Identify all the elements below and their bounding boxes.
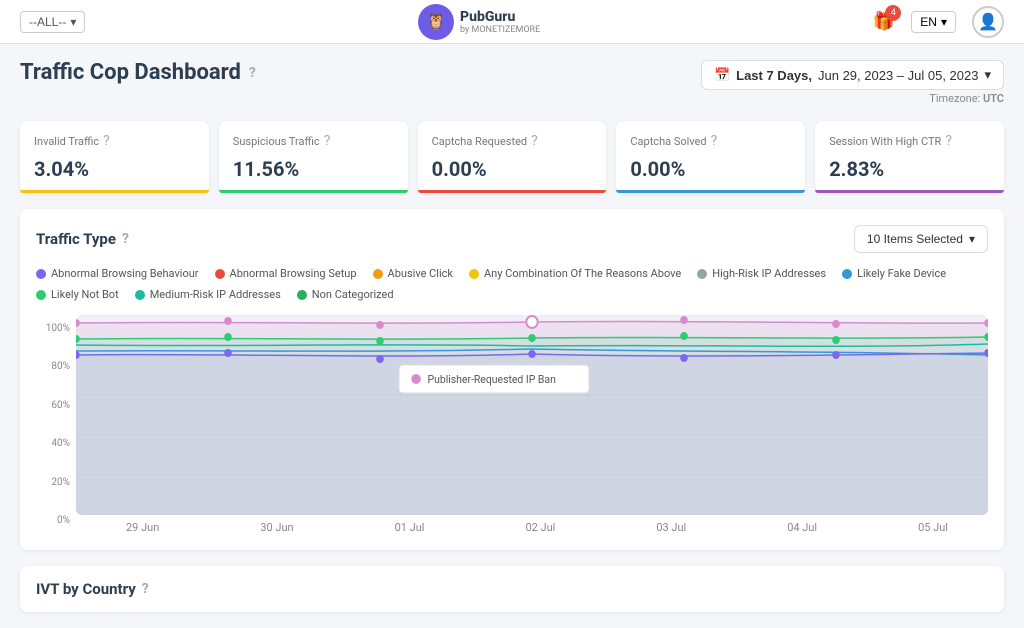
legend-item: High-Risk IP Addresses xyxy=(697,267,826,280)
metric-card-invalid-traffic: Invalid Traffic ? 3.04% xyxy=(20,121,209,193)
metric-value: 2.83% xyxy=(829,157,990,181)
top-nav: --ALL-- ▾ 🦉 PubGuru by MONETIZEMORE 🎁 4 … xyxy=(0,0,1024,44)
metric-label: Invalid Traffic ? xyxy=(34,133,195,149)
chart-title: Traffic Type ? xyxy=(36,230,129,248)
metric-value: 3.04% xyxy=(34,157,195,181)
metric-value: 11.56% xyxy=(233,157,394,181)
legend-item: Medium-Risk IP Addresses xyxy=(135,288,281,301)
metric-info-icon[interactable]: ? xyxy=(324,133,331,149)
legend-label: High-Risk IP Addresses xyxy=(712,267,826,280)
x-axis: 29 Jun 30 Jun 01 Jul 02 Jul 03 Jul 04 Jul 05 J… xyxy=(76,515,988,534)
all-select-label: --ALL-- xyxy=(29,15,66,29)
legend-item: Likely Fake Device xyxy=(842,267,946,280)
chevron-down-icon: ▾ xyxy=(984,67,991,83)
date-range-section: 📅 Last 7 Days, Jun 29, 2023 – Jul 05, 20… xyxy=(701,60,1004,105)
legend-dot xyxy=(36,290,46,300)
nav-right: 🎁 4 EN ▾ 👤 xyxy=(873,6,1004,38)
ivt-info-icon[interactable]: ? xyxy=(142,581,149,597)
legend-dot xyxy=(297,290,307,300)
legend-dot xyxy=(842,269,852,279)
chart-info-icon[interactable]: ? xyxy=(122,231,129,247)
metric-value: 0.00% xyxy=(630,157,791,181)
metric-card-captcha-solved: Captcha Solved ? 0.00% xyxy=(616,121,805,193)
metric-cards: Invalid Traffic ? 3.04% Suspicious Traff… xyxy=(20,121,1004,193)
page-title: Traffic Cop Dashboard ? xyxy=(20,60,256,85)
main-content: Traffic Cop Dashboard ? 📅 Last 7 Days, J… xyxy=(0,44,1024,628)
legend-item: Abnormal Browsing Behaviour xyxy=(36,267,199,280)
ivt-section: IVT by Country ? xyxy=(20,566,1004,612)
x-axis-label: 01 Jul xyxy=(395,521,425,534)
filter-label: 10 Items Selected xyxy=(867,232,963,246)
metric-info-icon[interactable]: ? xyxy=(945,133,952,149)
chevron-down-icon: ▾ xyxy=(70,15,76,29)
legend-item: Any Combination Of The Reasons Above xyxy=(469,267,681,280)
legend-label: Non Categorized xyxy=(312,288,394,301)
language-label: EN xyxy=(920,15,937,29)
legend-item: Abnormal Browsing Setup xyxy=(215,267,357,280)
metric-card-captcha-requested: Captcha Requested ? 0.00% xyxy=(418,121,607,193)
chevron-down-icon: ▾ xyxy=(969,232,975,246)
legend-dot xyxy=(469,269,479,279)
page-header: Traffic Cop Dashboard ? 📅 Last 7 Days, J… xyxy=(20,60,1004,105)
legend-label: Likely Fake Device xyxy=(857,267,946,280)
logo: 🦉 PubGuru by MONETIZEMORE xyxy=(418,4,540,40)
gift-button[interactable]: 🎁 4 xyxy=(873,11,895,32)
chevron-down-icon: ▾ xyxy=(941,15,947,29)
legend-dot xyxy=(36,269,46,279)
chart-canvas-wrapper: Publisher-Requested IP Ban 29 Jun 30 Jun 0… xyxy=(76,315,988,534)
chart-filter-dropdown[interactable]: 10 Items Selected ▾ xyxy=(854,225,988,253)
date-value: Jun 29, 2023 – Jul 05, 2023 xyxy=(818,68,978,83)
x-axis-label: 30 Jun xyxy=(260,521,293,534)
nav-left: --ALL-- ▾ xyxy=(20,11,85,33)
metric-info-icon[interactable]: ? xyxy=(531,133,538,149)
chart-header: Traffic Type ? 10 Items Selected ▾ xyxy=(36,225,988,253)
date-label: Last 7 Days, xyxy=(736,68,812,83)
legend-dot xyxy=(697,269,707,279)
x-axis-label: 29 Jun xyxy=(126,521,159,534)
chart-svg: Publisher-Requested IP Ban xyxy=(76,315,988,515)
logo-text: PubGuru by MONETIZEMORE xyxy=(460,9,540,35)
legend-label: Likely Not Bot xyxy=(51,288,119,301)
timezone: Timezone: UTC xyxy=(929,92,1004,105)
y-axis: 100% 80% 60% 40% 20% 0% xyxy=(36,315,76,534)
user-avatar[interactable]: 👤 xyxy=(972,6,1004,38)
legend-label: Abnormal Browsing Behaviour xyxy=(51,267,199,280)
legend-item: Non Categorized xyxy=(297,288,394,301)
title-info-icon[interactable]: ? xyxy=(249,65,256,81)
metric-info-icon[interactable]: ? xyxy=(103,133,110,149)
legend-item: Abusive Click xyxy=(373,267,453,280)
chart-legend: Abnormal Browsing Behaviour Abnormal Bro… xyxy=(36,267,988,301)
metric-label: Suspicious Traffic ? xyxy=(233,133,394,149)
legend-label: Medium-Risk IP Addresses xyxy=(150,288,281,301)
metric-label: Session With High CTR ? xyxy=(829,133,990,149)
metric-card-suspicious-traffic: Suspicious Traffic ? 11.56% xyxy=(219,121,408,193)
all-select-dropdown[interactable]: --ALL-- ▾ xyxy=(20,11,85,33)
metric-label: Captcha Solved ? xyxy=(630,133,791,149)
legend-label: Any Combination Of The Reasons Above xyxy=(484,267,681,280)
legend-label: Abnormal Browsing Setup xyxy=(230,267,357,280)
metric-label: Captcha Requested ? xyxy=(432,133,593,149)
logo-icon: 🦉 xyxy=(418,4,454,40)
svg-text:Publisher-Requested IP Ban: Publisher-Requested IP Ban xyxy=(428,373,556,386)
notification-badge: 4 xyxy=(885,5,901,21)
legend-item: Likely Not Bot xyxy=(36,288,119,301)
legend-dot xyxy=(135,290,145,300)
legend-label: Abusive Click xyxy=(388,267,453,280)
calendar-icon: 📅 xyxy=(714,67,730,83)
ivt-title: IVT by Country ? xyxy=(36,580,988,598)
date-range-button[interactable]: 📅 Last 7 Days, Jun 29, 2023 – Jul 05, 20… xyxy=(701,60,1004,90)
x-axis-label: 04 Jul xyxy=(787,521,817,534)
legend-dot xyxy=(373,269,383,279)
legend-dot xyxy=(215,269,225,279)
metric-card-session-high-ctr: Session With High CTR ? 2.83% xyxy=(815,121,1004,193)
language-dropdown[interactable]: EN ▾ xyxy=(911,11,956,33)
x-axis-label: 05 Jul xyxy=(918,521,948,534)
metric-value: 0.00% xyxy=(432,157,593,181)
metric-info-icon[interactable]: ? xyxy=(711,133,718,149)
chart-section: Traffic Type ? 10 Items Selected ▾ Abnor… xyxy=(20,209,1004,550)
x-axis-label: 03 Jul xyxy=(656,521,686,534)
chart-with-axes: 100% 80% 60% 40% 20% 0% xyxy=(36,315,988,534)
chart-area: Publisher-Requested IP Ban xyxy=(76,315,988,515)
x-axis-label: 02 Jul xyxy=(525,521,555,534)
